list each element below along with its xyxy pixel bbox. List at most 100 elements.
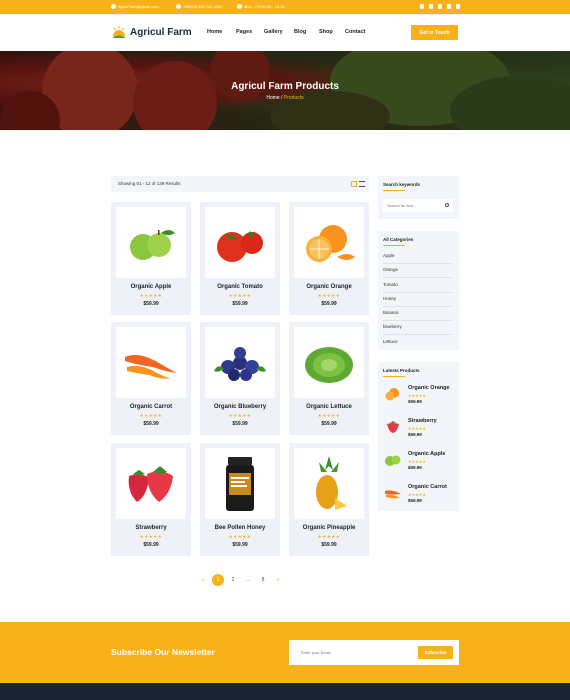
- newsletter-form: Subscribe: [289, 640, 459, 665]
- title-underline: [383, 245, 405, 246]
- pagination-next[interactable]: »: [272, 574, 284, 586]
- product-price: $59.99: [321, 542, 337, 548]
- latest-product-price: $59.99: [408, 498, 422, 503]
- product-price: $59.99: [232, 542, 248, 548]
- product-card[interactable]: Bee Pollen Honey ★★★★★ $59.99: [200, 443, 280, 556]
- social-links: [420, 4, 460, 9]
- product-name[interactable]: Organic Tomato: [200, 284, 280, 290]
- topbar-hours: Mon - Fri 09:30 - 18:30: [237, 4, 285, 9]
- vimeo-icon[interactable]: [447, 4, 451, 9]
- latest-product-name[interactable]: Organic Carrot: [408, 484, 447, 490]
- category-blueberry[interactable]: blueberry: [383, 324, 453, 329]
- newsletter-email-input[interactable]: [295, 646, 410, 659]
- nav-contact[interactable]: Contact: [345, 29, 365, 35]
- lettuce-icon: [305, 346, 353, 383]
- product-card[interactable]: Strawberry ★★★★★ $59.99: [111, 443, 191, 556]
- product-name[interactable]: Organic Blueberry: [200, 404, 280, 410]
- newsletter-section: Subscribe Our Newsletter Subscribe: [0, 622, 570, 683]
- nav-home[interactable]: Home: [207, 29, 236, 35]
- product-name[interactable]: Bee Pollen Honey: [200, 525, 280, 531]
- facebook-icon[interactable]: [456, 4, 460, 9]
- nav-shop[interactable]: Shop: [319, 29, 345, 35]
- product-name[interactable]: Organic Carrot: [111, 404, 191, 410]
- latest-product-thumb[interactable]: [383, 452, 403, 468]
- latest-product-name[interactable]: Organic Apple: [408, 451, 445, 457]
- topbar-email-text[interactable]: AgricFarm@gmail.com: [118, 4, 159, 9]
- pagination-prev[interactable]: «: [197, 574, 209, 586]
- logo[interactable]: Agricul Farm: [111, 24, 192, 40]
- tomato-icon: [217, 230, 263, 262]
- product-name[interactable]: Organic Lettuce: [289, 404, 369, 410]
- product-image[interactable]: [205, 207, 275, 278]
- category-orange[interactable]: Orange: [383, 267, 453, 272]
- product-image[interactable]: [116, 327, 186, 398]
- product-card[interactable]: Organic Tomato ★★★★★ $59.99: [200, 202, 280, 315]
- category-tomato[interactable]: Tomato: [383, 282, 453, 287]
- honey-jar-icon: [226, 456, 254, 511]
- product-image[interactable]: [116, 207, 186, 278]
- search-widget-title: Search keywords: [383, 182, 421, 187]
- topbar-email[interactable]: AgricFarm@gmail.com: [111, 4, 159, 9]
- pagination-page-1[interactable]: 1: [212, 574, 224, 586]
- strawberry-icon: [387, 421, 399, 433]
- pagination-page-8[interactable]: 8: [257, 574, 269, 586]
- linkedin-icon[interactable]: [429, 4, 433, 9]
- latest-product-thumb[interactable]: [383, 386, 403, 402]
- nav-pages[interactable]: Pages: [236, 29, 264, 35]
- latest-product-item[interactable]: Organic Carrot ★★★★★ $59.99: [383, 482, 455, 503]
- latest-product-name[interactable]: Strawberry: [408, 418, 437, 424]
- nav-blog[interactable]: Blog: [294, 29, 319, 35]
- list-view-icon[interactable]: [359, 181, 365, 187]
- product-card[interactable]: Organic Orange ★★★★★ $59.99: [289, 202, 369, 315]
- subscribe-button[interactable]: Subscribe: [418, 646, 453, 659]
- breadcrumb-home[interactable]: Home: [266, 95, 279, 101]
- product-card[interactable]: Organic Apple ★★★★★ $59.99: [111, 202, 191, 315]
- category-honey[interactable]: Honey: [383, 296, 453, 301]
- product-card[interactable]: Organic Lettuce ★★★★★ $59.99: [289, 322, 369, 435]
- rating-stars: ★★★★★: [317, 413, 341, 418]
- product-name[interactable]: Organic Apple: [111, 284, 191, 290]
- latest-product-item[interactable]: Strawberry ★★★★★ $59.99: [383, 416, 455, 437]
- product-image[interactable]: [294, 327, 364, 398]
- latest-product-item[interactable]: Organic Apple ★★★★★ $59.99: [383, 449, 455, 470]
- category-apple[interactable]: Apple: [383, 253, 453, 258]
- rating-stars: ★★★★★: [139, 413, 163, 418]
- latest-product-name[interactable]: Organic Orange: [408, 385, 450, 391]
- categories-widget: All Categories Apple Orange Tomato Honey…: [378, 231, 459, 350]
- search-input[interactable]: [383, 199, 453, 212]
- product-card[interactable]: Organic Pineapple ★★★★★ $59.99: [289, 443, 369, 556]
- get-in-touch-button[interactable]: Get in Touch: [411, 25, 458, 40]
- topbar-phone-text[interactable]: +88(0)8 029 745 4982: [183, 4, 222, 9]
- main-nav: Home Pages Gallery Blog Shop Contact: [207, 29, 365, 35]
- rating-stars: ★★★★★: [408, 459, 426, 464]
- latest-product-thumb[interactable]: [383, 419, 403, 435]
- latest-product-price: $59.99: [408, 432, 422, 437]
- product-card[interactable]: Organic Blueberry ★★★★★ $59.99: [200, 322, 280, 435]
- product-image[interactable]: [205, 448, 275, 519]
- site-header: Agricul Farm Home Pages Gallery Blog Sho…: [0, 14, 570, 51]
- pagination-page-2[interactable]: 2: [227, 574, 239, 586]
- instagram-icon[interactable]: [438, 4, 442, 9]
- category-banana[interactable]: Banana: [383, 310, 453, 315]
- topbar-phone[interactable]: +88(0)8 029 745 4982: [176, 4, 222, 9]
- carrot-icon: [385, 490, 401, 499]
- product-image[interactable]: [116, 448, 186, 519]
- nav-gallery[interactable]: Gallery: [264, 29, 294, 35]
- product-name[interactable]: Organic Orange: [289, 284, 369, 290]
- product-image[interactable]: [294, 448, 364, 519]
- page-banner: Agricul Farm Products Home / Products: [0, 51, 570, 130]
- pineapple-icon: [316, 455, 347, 510]
- grid-view-icon[interactable]: [351, 181, 357, 187]
- top-bar: AgricFarm@gmail.com +88(0)8 029 745 4982…: [0, 0, 570, 14]
- blueberry-icon: [214, 346, 266, 381]
- twitter-icon[interactable]: [420, 4, 424, 9]
- latest-product-item[interactable]: Organic Orange ★★★★★ $59.99: [383, 383, 455, 404]
- product-image[interactable]: [205, 327, 275, 398]
- category-lettuce[interactable]: Lettuce: [383, 339, 453, 344]
- product-image[interactable]: [294, 207, 364, 278]
- product-name[interactable]: Organic Pineapple: [289, 525, 369, 531]
- latest-product-thumb[interactable]: [383, 485, 403, 501]
- product-card[interactable]: Organic Carrot ★★★★★ $59.99: [111, 322, 191, 435]
- product-name[interactable]: Strawberry: [111, 525, 191, 531]
- search-icon[interactable]: [445, 203, 449, 207]
